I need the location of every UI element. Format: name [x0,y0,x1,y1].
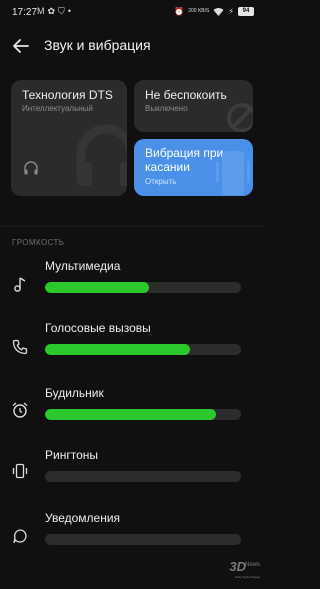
volume-row-ringtones: Рингтоны [0,448,265,508]
vibration-decor-icon [216,151,250,195]
volume-fill-calls [45,344,191,355]
headphones-decor-icon [76,124,127,186]
photos-icon: ✿ [47,6,56,16]
music-note-icon [14,277,26,292]
vibrate-phone-icon [12,463,28,479]
watermark-tagline: Daily Digital Digest [234,575,260,579]
page-header: Звук и вибрация [0,30,265,62]
status-left-icons: M ✿ ⛉ • [37,6,71,17]
status-bar: 17:27 M ✿ ⛉ • ⏰ 200 KB/S ⚡ 94 [0,0,265,26]
alarm-clock-icon [12,402,28,418]
battery-level: 94 [238,7,254,16]
vibration-on-touch-tile[interactable]: Вибрация при касании Открыть [134,139,253,196]
volume-label-notifications: Уведомления [45,511,121,525]
watermark-suffix: News [244,562,260,568]
section-divider [0,226,265,227]
dts-tile[interactable]: Технология DTS Интеллектуальный [11,80,127,196]
wifi-icon [213,8,224,16]
volume-slider-media[interactable] [45,282,241,293]
volume-row-calls: Голосовые вызовы [0,321,265,381]
back-arrow-icon[interactable] [11,36,31,56]
vibration-tile-subtitle: Открыть [145,177,177,186]
watermark-brand: 3D [229,559,246,574]
volume-label-ringtones: Рингтоны [45,448,98,462]
status-right-icons: ⏰ 200 KB/S ⚡ 94 [174,6,254,17]
do-not-disturb-icon [227,103,253,132]
data-speed-text: 200 KB/S [188,8,210,14]
dot-icon: • [67,6,71,16]
volume-slider-notifications[interactable] [45,534,241,545]
dts-tile-title: Технология DTS [22,88,113,102]
page-title: Звук и вибрация [44,37,151,53]
alarm-icon: ⏰ [174,7,185,16]
volume-slider-alarm[interactable] [45,409,241,420]
status-time: 17:27 [12,7,38,18]
watermark-logo: 3D News Daily Digital Digest [212,559,260,583]
volume-row-alarm: Будильник [0,386,265,446]
volume-section-label: ГРОМКОСТЬ [12,238,65,247]
volume-label-calls: Голосовые вызовы [45,321,151,335]
dts-tile-subtitle: Интеллектуальный [22,104,93,113]
notification-bubble-icon [13,529,27,544]
dnd-tile-title: Не беспокоить [145,88,227,102]
shield-icon: ⛉ [58,6,65,16]
battery-charging-icon: ⚡ [228,7,234,16]
phone-icon [12,339,28,355]
volume-fill-alarm [45,409,216,420]
dnd-tile-subtitle: Выключено [145,104,188,113]
headphones-small-icon [24,161,38,175]
volume-label-media: Мультимедиа [45,259,121,273]
volume-slider-ringtones[interactable] [45,471,241,482]
do-not-disturb-tile[interactable]: Не беспокоить Выключено [134,80,253,132]
gmail-icon: M [37,6,45,16]
volume-row-media: Мультимедиа [0,259,265,319]
volume-fill-media [45,282,149,293]
volume-slider-calls[interactable] [45,344,241,355]
volume-label-alarm: Будильник [45,386,104,400]
